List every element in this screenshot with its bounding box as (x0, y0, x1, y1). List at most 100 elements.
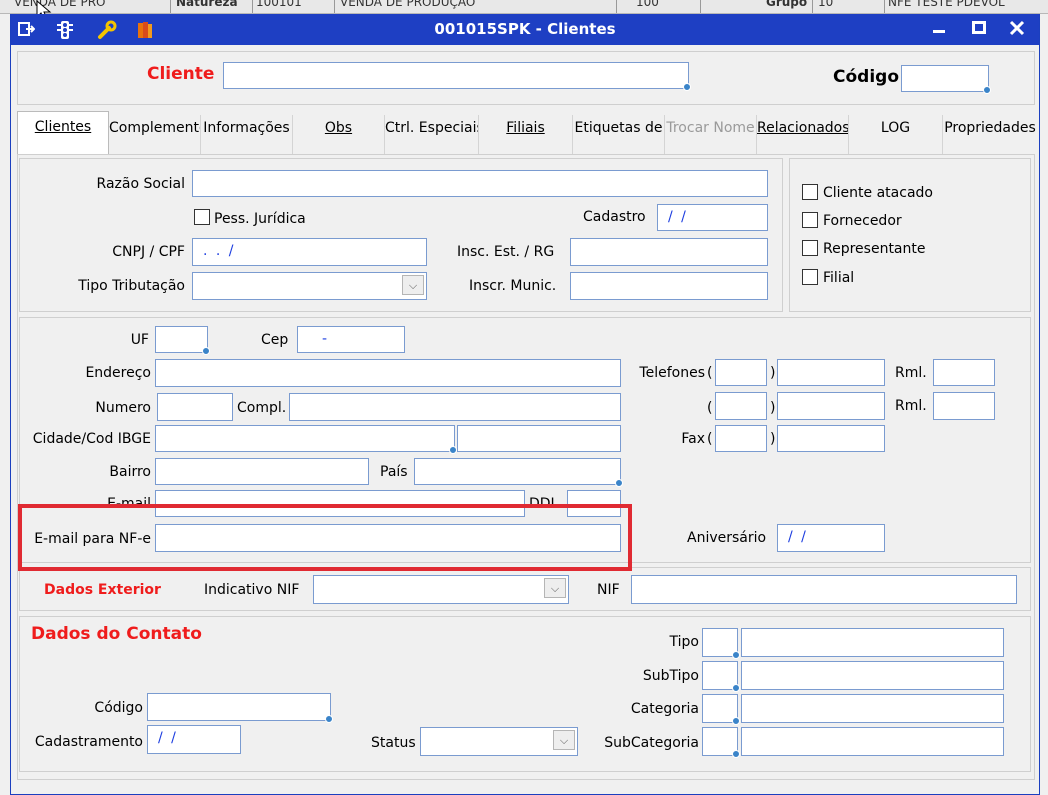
bairro-label: Bairro (109, 464, 151, 480)
rml-2-input[interactable] (933, 392, 995, 420)
tab-trocar-nome: Trocar Nome (665, 115, 757, 155)
cidade-label: Cidade/Cod IBGE (32, 431, 151, 447)
rml-1-input[interactable] (933, 359, 995, 386)
cnpj-label: CNPJ / CPF (112, 244, 185, 260)
aniversario-date-input[interactable]: / / (777, 524, 885, 552)
bg-text: 100 (636, 0, 659, 9)
filial-label: Filial (823, 270, 855, 286)
fax-input[interactable] (777, 425, 885, 452)
categoria-desc-input[interactable] (741, 694, 1004, 723)
cidade-input[interactable] (155, 425, 457, 454)
telefone-2-input[interactable] (777, 392, 885, 420)
numero-label: Numero (95, 400, 151, 416)
compl-label: Compl. (237, 400, 287, 416)
bg-text: Grupo (766, 0, 808, 9)
uf-label: UF (130, 332, 149, 348)
clientes-window: 001015SPK - Clientes Cliente Código Clie… (10, 14, 1040, 795)
razao-social-input[interactable] (192, 170, 768, 197)
tab-clientes[interactable]: Clientes (17, 111, 109, 155)
categoria-code-input[interactable] (702, 694, 740, 725)
tipo-label: Tipo (669, 634, 699, 650)
nif-input[interactable] (631, 575, 1017, 604)
inscr-munic-label: Inscr. Munic. (469, 278, 557, 294)
bairro-input[interactable] (155, 458, 369, 485)
tipo-code-input[interactable] (702, 628, 740, 659)
subtipo-label: SubTipo (642, 668, 699, 684)
endereco-label: Endereço (85, 365, 151, 381)
paren-open: ( (707, 400, 713, 416)
tab-log[interactable]: LOG (849, 115, 943, 155)
fornecedor-checkbox[interactable] (802, 212, 818, 228)
subcategoria-label: SubCategoria (604, 735, 699, 751)
endereco-input[interactable] (155, 359, 621, 387)
codigo-search-input[interactable] (901, 65, 991, 94)
tab-informacoes[interactable]: Informações (201, 115, 293, 155)
aniversario-label: Aniversário (687, 530, 767, 546)
rml-label-2: Rml. (895, 398, 927, 414)
indicativo-nif-label: Indicativo NIF (204, 582, 300, 598)
tipo-desc-input[interactable] (741, 628, 1004, 657)
cliente-input[interactable] (223, 62, 691, 91)
telefone-ddd-1-input[interactable] (715, 359, 767, 386)
chevron-down-icon[interactable]: ⌵ (553, 730, 575, 750)
subtipo-desc-input[interactable] (741, 661, 1004, 690)
tipo-tributacao-select[interactable]: ⌵ (192, 272, 427, 300)
chevron-down-icon[interactable]: ⌵ (544, 578, 566, 598)
pess-juridica-checkbox[interactable] (194, 209, 210, 225)
representante-label: Representante (823, 241, 926, 257)
bg-text: VENDA DE PRO (14, 0, 106, 9)
window-title: 001015SPK - Clientes (434, 20, 616, 38)
tab-obs[interactable]: Obs (293, 115, 385, 155)
pais-input[interactable] (414, 458, 623, 487)
filial-checkbox[interactable] (802, 269, 818, 285)
inscr-munic-input[interactable] (570, 272, 768, 300)
minimize-button[interactable] (924, 18, 954, 42)
cnpj-input[interactable]: . . / (192, 238, 427, 266)
chevron-down-icon[interactable]: ⌵ (402, 275, 424, 295)
contato-codigo-label: Código (94, 700, 143, 716)
tab-complementos[interactable]: Complementos (109, 115, 201, 155)
fax-ddd-input[interactable] (715, 425, 767, 452)
telefones-label: Telefones (639, 365, 705, 381)
paren-close: ) (770, 431, 776, 447)
fornecedor-label: Fornecedor (823, 213, 902, 229)
cep-input[interactable]: - (297, 326, 405, 353)
razao-social-label: Razão Social (96, 176, 185, 192)
categoria-label: Categoria (630, 701, 699, 717)
uf-input[interactable] (155, 326, 210, 355)
cod-ibge-input[interactable] (457, 425, 621, 452)
cadastramento-date-input[interactable]: / / (147, 725, 241, 754)
highlight-box (18, 504, 632, 571)
representante-checkbox[interactable] (802, 240, 818, 256)
paren-close: ) (770, 365, 776, 381)
cliente-atacado-checkbox[interactable] (802, 184, 818, 200)
pess-juridica-label: Pess. Jurídica (214, 211, 306, 227)
compl-input[interactable] (289, 393, 621, 421)
tab-relacionados[interactable]: Relacionados (757, 115, 849, 155)
close-button[interactable] (1002, 18, 1032, 42)
contato-codigo-input[interactable] (147, 693, 333, 723)
subcategoria-desc-input[interactable] (741, 727, 1004, 756)
subtipo-code-input[interactable] (702, 661, 740, 692)
title-bar: 001015SPK - Clientes (11, 14, 1039, 45)
numero-input[interactable] (157, 393, 233, 421)
bg-text: NFE TESTE PDEVOL (888, 0, 1005, 9)
tab-etiquetas[interactable]: Etiquetas de (573, 115, 665, 155)
maximize-button[interactable] (964, 18, 994, 42)
cadastro-date-input[interactable]: / / (657, 204, 768, 231)
tab-propriedades[interactable]: Propriedades (943, 115, 1037, 155)
insc-est-input[interactable] (570, 238, 768, 266)
codigo-label: Código (833, 67, 899, 87)
cadastramento-label: Cadastramento (34, 734, 143, 750)
insc-est-label: Insc. Est. / RG (457, 244, 555, 260)
telefone-ddd-2-input[interactable] (715, 392, 767, 420)
tab-ctrl-especiais[interactable]: Ctrl. Especiais (385, 115, 479, 155)
bg-text: 10 (818, 0, 834, 9)
subcategoria-code-input[interactable] (702, 727, 740, 758)
fax-label: Fax (681, 431, 705, 447)
status-select[interactable]: ⌵ (420, 727, 578, 756)
tab-filiais[interactable]: Filiais (479, 115, 573, 155)
paren-close: ) (770, 400, 776, 416)
telefone-1-input[interactable] (777, 359, 885, 386)
indicativo-nif-select[interactable]: ⌵ (313, 575, 569, 604)
